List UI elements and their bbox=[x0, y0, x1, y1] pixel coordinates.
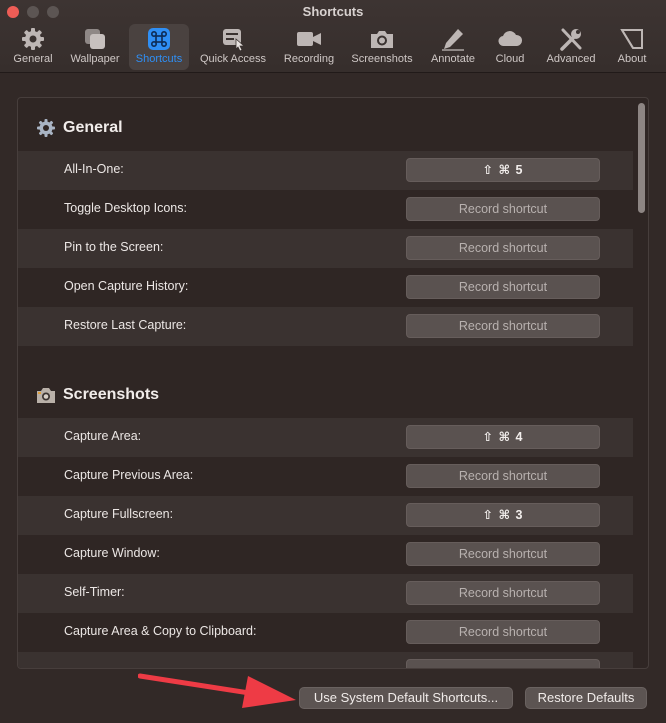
about-icon bbox=[620, 29, 643, 49]
tab-quick-access[interactable]: Quick Access bbox=[194, 24, 272, 70]
shortcut-label: Self-Timer: bbox=[64, 585, 125, 599]
tab-recording[interactable]: Recording bbox=[278, 24, 340, 70]
shortcut-row: Capture Area & Copy to Clipboard: Record… bbox=[18, 613, 633, 652]
tab-label: Shortcuts bbox=[135, 53, 183, 65]
shortcut-recorder-button[interactable]: Record shortcut bbox=[406, 542, 600, 566]
shortcut-label: Toggle Desktop Icons: bbox=[64, 201, 187, 215]
shortcut-label: Capture Window: bbox=[64, 546, 160, 560]
shortcut-recorder-button[interactable] bbox=[406, 659, 600, 668]
shortcut-row: Capture Fullscreen: ⇧ ⌘ 3 bbox=[18, 496, 633, 535]
scrollbar-thumb[interactable] bbox=[638, 103, 645, 213]
tab-label: General bbox=[13, 53, 53, 65]
cloud-icon bbox=[498, 31, 523, 47]
shortcut-row: Capture Previous Area: Record shortcut bbox=[18, 457, 633, 496]
shortcut-recorder-button[interactable]: Record shortcut bbox=[406, 275, 600, 299]
gear-icon bbox=[22, 28, 44, 50]
window-title: Shortcuts bbox=[302, 4, 364, 19]
shortcut-row: Capture Window: Record shortcut bbox=[18, 535, 633, 574]
tab-cloud[interactable]: Cloud bbox=[488, 24, 532, 70]
shortcut-row-partial bbox=[18, 652, 633, 668]
tab-label: About bbox=[617, 53, 647, 65]
shortcut-recorder-button[interactable]: ⇧ ⌘ 4 bbox=[406, 425, 600, 449]
shortcut-label: Capture Area & Copy to Clipboard: bbox=[64, 624, 257, 638]
shortcuts-list-panel[interactable]: General All-In-One: ⇧ ⌘ 5 Toggle Desktop… bbox=[17, 97, 649, 669]
shortcut-label: Capture Area: bbox=[64, 429, 142, 443]
tab-label: Cloud bbox=[495, 53, 525, 65]
video-camera-icon bbox=[297, 32, 321, 46]
gear-icon bbox=[37, 119, 55, 137]
tab-label: Screenshots bbox=[351, 53, 413, 65]
shortcut-recorder-button[interactable]: Record shortcut bbox=[406, 197, 600, 221]
shortcut-label: Restore Last Capture: bbox=[64, 318, 187, 332]
tab-screenshots[interactable]: Screenshots bbox=[346, 24, 418, 70]
tab-advanced[interactable]: Advanced bbox=[540, 24, 602, 70]
use-system-default-shortcuts-button[interactable]: Use System Default Shortcuts... bbox=[299, 687, 513, 709]
shortcut-label: All-In-One: bbox=[64, 162, 124, 176]
shortcut-row: Pin to the Screen: Record shortcut bbox=[18, 229, 633, 268]
camera-icon bbox=[37, 388, 55, 403]
tab-annotate[interactable]: Annotate bbox=[424, 24, 482, 70]
pencil-icon bbox=[442, 29, 464, 51]
tab-wallpaper[interactable]: Wallpaper bbox=[64, 24, 126, 70]
tab-shortcuts[interactable]: Shortcuts bbox=[129, 24, 189, 70]
tab-label: Recording bbox=[283, 53, 335, 65]
scrollbar[interactable] bbox=[634, 98, 648, 668]
section-title: Screenshots bbox=[63, 386, 160, 403]
shortcut-recorder-button[interactable]: Record shortcut bbox=[406, 314, 600, 338]
tools-icon bbox=[560, 28, 582, 51]
shortcut-label: Open Capture History: bbox=[64, 279, 189, 293]
shortcut-row: Capture Area: ⇧ ⌘ 4 bbox=[18, 418, 633, 457]
tab-label: Advanced bbox=[546, 53, 596, 65]
shortcut-recorder-button[interactable]: Record shortcut bbox=[406, 581, 600, 605]
shortcut-label: Capture Fullscreen: bbox=[64, 507, 174, 521]
shortcut-label: Capture Previous Area: bbox=[64, 468, 194, 482]
shortcut-row: Toggle Desktop Icons: Record shortcut bbox=[18, 190, 633, 229]
annotation-arrow bbox=[138, 673, 296, 708]
command-key-icon bbox=[148, 28, 170, 50]
shortcut-recorder-button[interactable]: ⇧ ⌘ 5 bbox=[406, 158, 600, 182]
section-title: General bbox=[63, 119, 123, 136]
tab-label: Annotate bbox=[430, 53, 476, 65]
tab-general[interactable]: General bbox=[6, 24, 60, 70]
shortcut-row: All-In-One: ⇧ ⌘ 5 bbox=[18, 151, 633, 190]
shortcut-row: Restore Last Capture: Record shortcut bbox=[18, 307, 633, 346]
shortcut-row: Open Capture History: Record shortcut bbox=[18, 268, 633, 307]
title-bar: Shortcuts General Wallpaper Shortcuts Qu… bbox=[0, 0, 666, 73]
tab-label: Quick Access bbox=[199, 53, 267, 65]
shortcut-label: Pin to the Screen: bbox=[64, 240, 164, 254]
shortcut-recorder-button[interactable]: Record shortcut bbox=[406, 236, 600, 260]
shortcut-recorder-button[interactable]: Record shortcut bbox=[406, 464, 600, 488]
wallpaper-icon bbox=[85, 29, 105, 49]
tab-about[interactable]: About bbox=[610, 24, 654, 70]
restore-defaults-button[interactable]: Restore Defaults bbox=[525, 687, 647, 709]
quick-access-icon bbox=[223, 29, 246, 51]
shortcut-row: Self-Timer: Record shortcut bbox=[18, 574, 633, 613]
camera-icon bbox=[371, 31, 393, 48]
tab-label: Wallpaper bbox=[70, 53, 120, 65]
shortcut-recorder-button[interactable]: Record shortcut bbox=[406, 620, 600, 644]
shortcut-recorder-button[interactable]: ⇧ ⌘ 3 bbox=[406, 503, 600, 527]
